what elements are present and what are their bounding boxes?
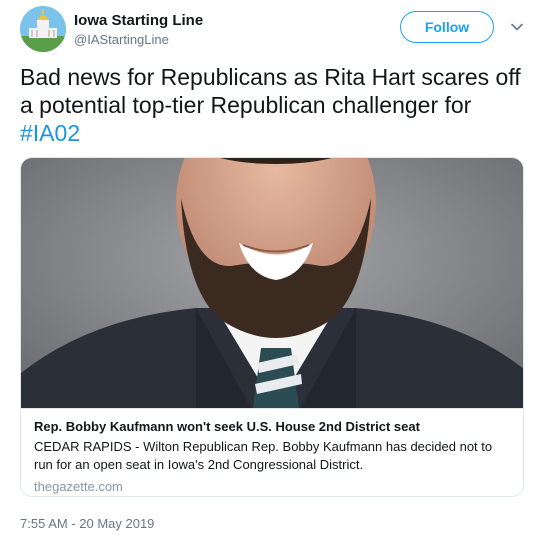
tweet-text: Bad news for Republicans as Rita Hart sc…	[20, 63, 534, 147]
link-card[interactable]: Rep. Bobby Kaufmann won't seek U.S. Hous…	[20, 157, 524, 497]
tweet-header: Iowa Starting Line @IAStartingLine Follo…	[20, 6, 534, 52]
author-names: Iowa Starting Line @IAStartingLine	[74, 11, 203, 49]
card-title[interactable]: Rep. Bobby Kaufmann won't seek U.S. Hous…	[34, 418, 512, 436]
author-display-name[interactable]: Iowa Starting Line	[74, 11, 203, 31]
chevron-down-icon[interactable]	[508, 18, 526, 36]
card-body[interactable]: Rep. Bobby Kaufmann won't seek U.S. Hous…	[21, 408, 523, 496]
tweet-text-body: Bad news for Republicans as Rita Hart sc…	[20, 64, 521, 118]
follow-button[interactable]: Follow	[400, 11, 494, 43]
hashtag-link[interactable]: #IA02	[20, 120, 80, 146]
card-domain[interactable]: thegazette.com	[34, 478, 512, 496]
card-photo[interactable]	[21, 158, 524, 408]
author-handle[interactable]: @IAStartingLine	[74, 31, 203, 49]
card-description: CEDAR RAPIDS - Wilton Republican Rep. Bo…	[34, 439, 493, 472]
capitol-logo-icon	[20, 6, 66, 52]
tweet-timestamp[interactable]: 7:55 AM - 20 May 2019	[20, 516, 154, 531]
avatar[interactable]	[20, 6, 66, 52]
